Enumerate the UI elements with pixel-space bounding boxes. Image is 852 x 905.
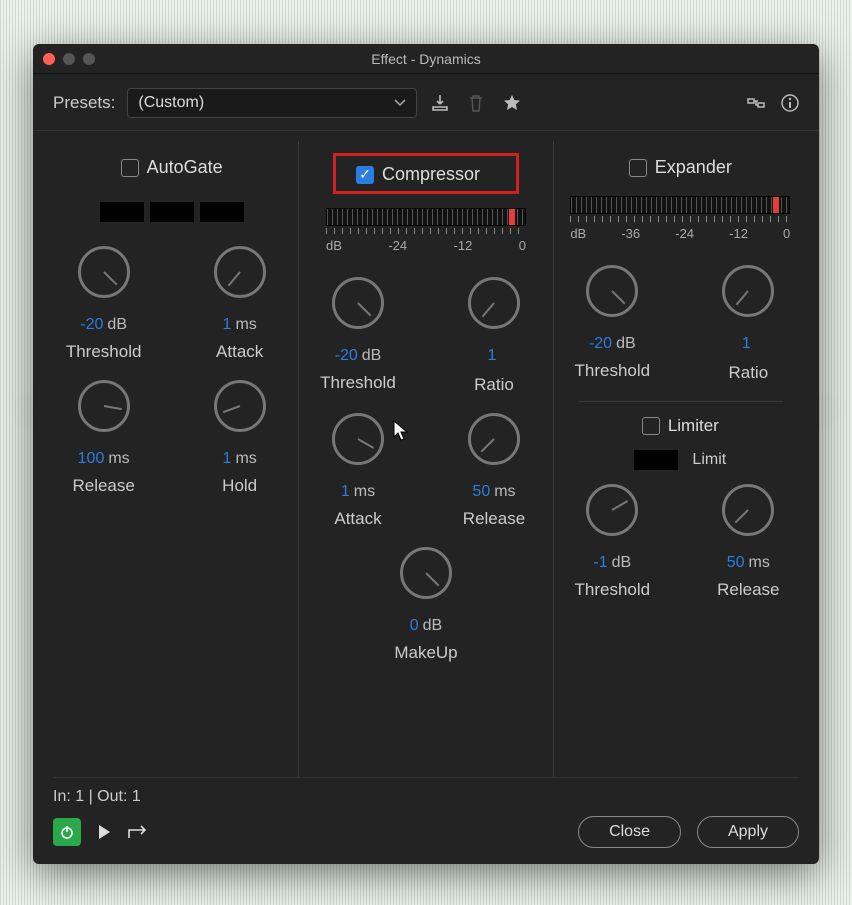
io-status: In: 1 | Out: 1	[33, 778, 819, 810]
play-button[interactable]	[97, 824, 111, 840]
window-controls	[43, 53, 95, 65]
effect-dynamics-window: Effect - Dynamics Presets: (Custom)	[33, 44, 819, 864]
limiter-indicator	[634, 450, 678, 470]
compressor-heading[interactable]: ✓ Compressor	[333, 153, 519, 194]
limiter-limit-row: Limit	[634, 450, 726, 470]
panel-body: AutoGate -20dB Threshold 1ms Attack	[33, 131, 819, 777]
chevron-down-icon	[394, 99, 406, 107]
preset-select[interactable]: (Custom)	[127, 88, 417, 118]
autogate-threshold-knob[interactable]: -20dB Threshold	[56, 246, 152, 362]
compressor-makeup-knob[interactable]: 0dB MakeUp	[378, 547, 474, 663]
autogate-attack-knob[interactable]: 1ms Attack	[192, 246, 288, 362]
presets-toolbar: Presets: (Custom)	[33, 74, 819, 131]
presets-label: Presets:	[53, 93, 115, 113]
delete-preset-icon	[465, 92, 487, 114]
minimize-window-button[interactable]	[63, 53, 75, 65]
compressor-title: Compressor	[382, 164, 480, 185]
compressor-release-knob[interactable]: 50ms Release	[446, 413, 542, 529]
save-preset-icon[interactable]	[429, 92, 451, 114]
expander-meter: dB -36 -24 -12 0	[570, 196, 790, 241]
limiter-limit-label: Limit	[692, 451, 726, 469]
limiter-title: Limiter	[668, 416, 719, 436]
expander-heading[interactable]: Expander	[621, 153, 740, 182]
limiter-heading[interactable]: Limiter	[642, 416, 719, 436]
autogate-indicator	[100, 202, 244, 222]
expander-ratio-knob[interactable]: 1 Ratio	[700, 265, 796, 383]
limiter-separator	[578, 401, 783, 402]
compressor-threshold-knob[interactable]: -20dB Threshold	[310, 277, 406, 395]
favorite-icon[interactable]	[501, 92, 523, 114]
power-toggle-button[interactable]	[53, 818, 81, 846]
zoom-window-button[interactable]	[83, 53, 95, 65]
close-window-button[interactable]	[43, 53, 55, 65]
limiter-release-knob[interactable]: 50ms Release	[700, 484, 796, 600]
export-icon[interactable]	[127, 824, 147, 840]
titlebar: Effect - Dynamics	[33, 44, 819, 74]
autogate-heading[interactable]: AutoGate	[113, 153, 231, 182]
autogate-section: AutoGate -20dB Threshold 1ms Attack	[55, 141, 288, 777]
expander-limiter-column: Expander dB -36 -24 -12 0 -20dB Threshol…	[553, 141, 797, 777]
signal-flow-icon[interactable]	[745, 92, 767, 114]
preset-select-value: (Custom)	[138, 94, 204, 112]
limiter-threshold-knob[interactable]: -1dB Threshold	[564, 484, 660, 600]
close-button[interactable]: Close	[578, 816, 681, 848]
expander-title: Expander	[655, 157, 732, 178]
limiter-checkbox[interactable]	[642, 417, 660, 435]
autogate-checkbox[interactable]	[121, 159, 139, 177]
compressor-section: ✓ Compressor dB -24 -12 0 -20dB Threshol…	[298, 141, 542, 777]
apply-button[interactable]: Apply	[697, 816, 799, 848]
autogate-release-knob[interactable]: 100ms Release	[56, 380, 152, 496]
expander-checkbox[interactable]	[629, 159, 647, 177]
compressor-ratio-knob[interactable]: 1 Ratio	[446, 277, 542, 395]
expander-threshold-knob[interactable]: -20dB Threshold	[564, 265, 660, 383]
footer: Close Apply	[33, 810, 819, 864]
compressor-checkbox[interactable]: ✓	[356, 166, 374, 184]
compressor-attack-knob[interactable]: 1ms Attack	[310, 413, 406, 529]
autogate-hold-knob[interactable]: 1ms Hold	[192, 380, 288, 496]
compressor-meter: dB -24 -12 0	[326, 208, 526, 253]
autogate-title: AutoGate	[147, 157, 223, 178]
info-icon[interactable]	[779, 92, 801, 114]
window-title: Effect - Dynamics	[33, 51, 819, 67]
